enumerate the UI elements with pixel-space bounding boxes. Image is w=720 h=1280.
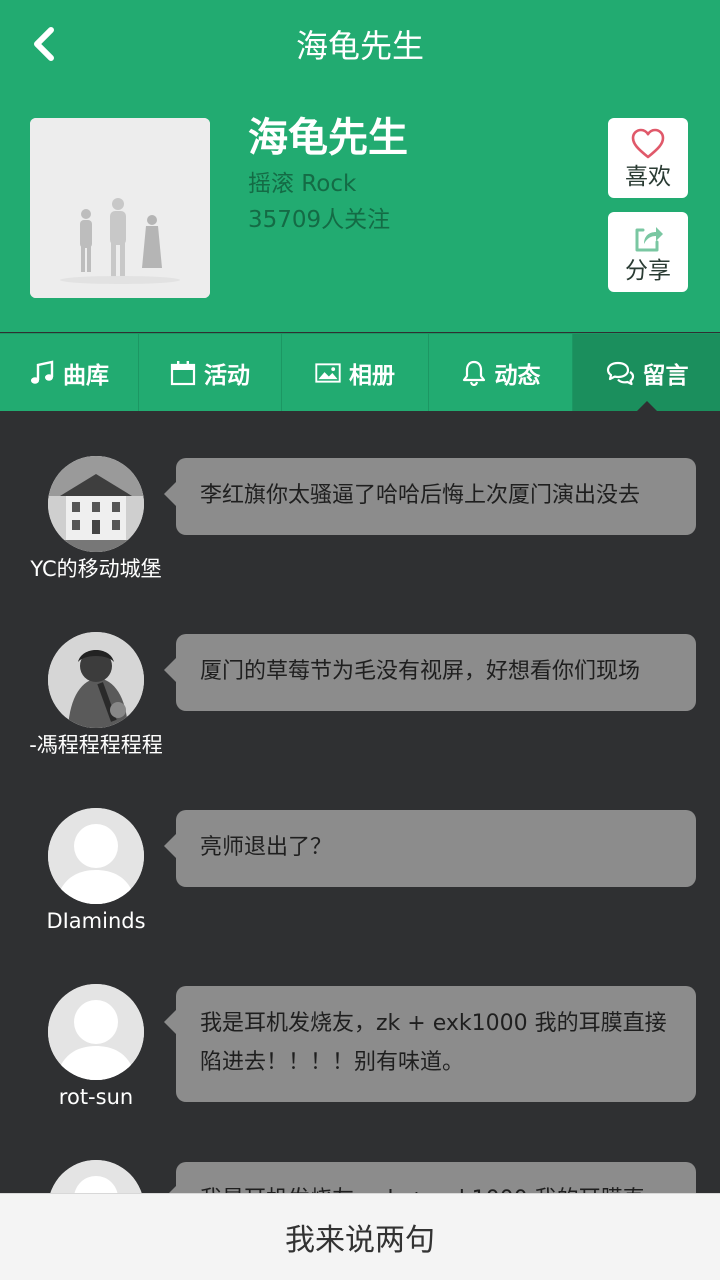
user-name[interactable]: rot-sun xyxy=(26,1084,166,1110)
artist-cover-image xyxy=(30,118,210,298)
avatar[interactable] xyxy=(48,456,144,552)
tab-label: 动态 xyxy=(494,363,541,389)
avatar[interactable] xyxy=(48,808,144,904)
user-name[interactable]: -馮程程程程程 xyxy=(26,732,166,758)
default-avatar-icon xyxy=(48,1160,144,1193)
artist-page: 海龟先生 海龟先生 摇滚 Rock 35709人关注 喜欢 分享 曲库 活动 相… xyxy=(0,0,720,1280)
message-bubble: 我是耳机发烧友，zk + exk1000 我的耳膜直接陷进去！！！！别有味道。 xyxy=(164,986,696,1102)
music-note-icon xyxy=(29,360,55,386)
artist-header: 海龟先生 海龟先生 摇滚 Rock 35709人关注 喜欢 分享 xyxy=(0,0,720,332)
avatar[interactable] xyxy=(48,632,144,728)
tab-album[interactable]: 相册 xyxy=(282,334,429,412)
artist-genre: 摇滚 Rock xyxy=(248,171,357,197)
tab-bar: 曲库 活动 相册 动态 留言 xyxy=(0,333,720,413)
message-list[interactable]: YC的移动城堡 李红旗你太骚逼了哈哈后悔上次厦门演出没去 -馮程程程程程 厦门的… xyxy=(0,411,720,1193)
default-avatar-icon xyxy=(48,808,144,904)
bell-icon xyxy=(461,360,487,386)
tab-label: 曲库 xyxy=(63,363,109,389)
tab-label: 活动 xyxy=(204,363,250,389)
calendar-icon xyxy=(170,360,196,386)
avatar[interactable] xyxy=(48,984,144,1080)
tab-music-library[interactable]: 曲库 xyxy=(0,334,139,412)
message-bubble: 厦门的草莓节为毛没有视屏，好想看你们现场 xyxy=(164,634,696,711)
share-button[interactable]: 分享 xyxy=(608,212,688,292)
default-avatar-icon xyxy=(48,984,144,1080)
comment-button-label: 我来说两句 xyxy=(285,1223,435,1258)
user-name[interactable]: YC的移动城堡 xyxy=(26,556,166,582)
chat-bubbles-icon xyxy=(605,360,635,386)
artist-name: 海龟先生 xyxy=(248,115,408,161)
comment-button[interactable]: 我来说两句 xyxy=(0,1193,720,1280)
avatar[interactable] xyxy=(48,1160,144,1193)
user-name[interactable]: DIaminds xyxy=(26,908,166,934)
like-label: 喜欢 xyxy=(625,164,671,190)
message-bubble: 我是耳机发烧友，zk + exk1000 我的耳膜直 xyxy=(164,1162,696,1193)
share-label: 分享 xyxy=(625,258,671,284)
like-button[interactable]: 喜欢 xyxy=(608,118,688,198)
tab-updates[interactable]: 动态 xyxy=(429,334,573,412)
tab-events[interactable]: 活动 xyxy=(139,334,282,412)
tab-label: 相册 xyxy=(349,363,395,389)
chevron-left-icon xyxy=(34,27,54,61)
share-icon xyxy=(635,227,663,252)
top-bar: 海龟先生 xyxy=(0,0,720,92)
heart-icon xyxy=(631,128,665,159)
message-bubble: 李红旗你太骚逼了哈哈后悔上次厦门演出没去 xyxy=(164,458,696,535)
back-button[interactable] xyxy=(18,18,70,70)
page-title: 海龟先生 xyxy=(295,27,424,65)
tab-label: 留言 xyxy=(642,363,689,389)
image-icon xyxy=(315,360,341,386)
follower-count: 35709人关注 xyxy=(248,207,391,233)
message-bubble: 亮师退出了？ xyxy=(164,810,696,887)
tab-messages[interactable]: 留言 xyxy=(573,334,720,413)
